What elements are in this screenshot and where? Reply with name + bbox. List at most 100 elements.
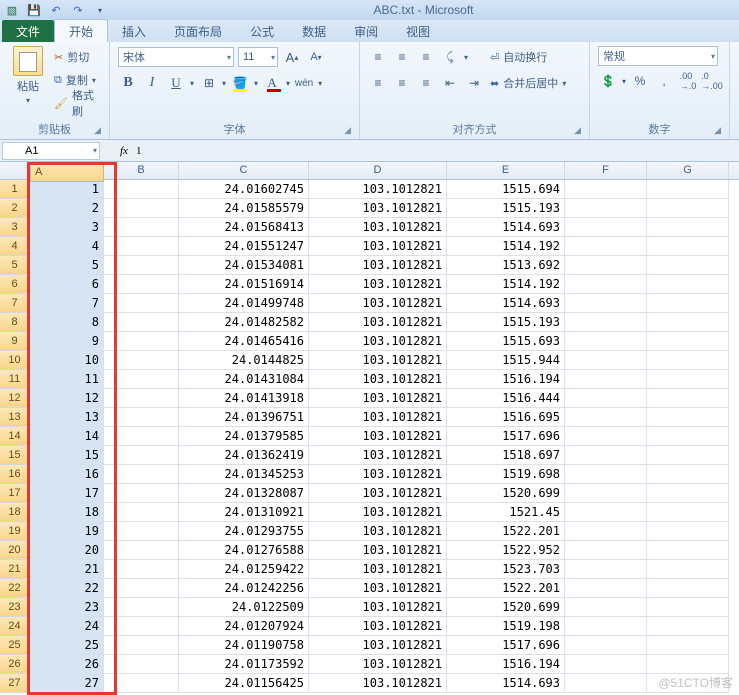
cell[interactable] [104, 351, 179, 370]
cell[interactable] [565, 180, 647, 199]
cell[interactable]: 8 [30, 313, 104, 332]
cell[interactable]: 24.01156425 [179, 674, 309, 693]
cell[interactable] [565, 275, 647, 294]
col-header-B[interactable]: B [104, 162, 179, 179]
cell[interactable]: 1516.695 [447, 408, 565, 427]
cell[interactable] [647, 389, 729, 408]
cell[interactable]: 24.01242256 [179, 579, 309, 598]
cell[interactable]: 1514.693 [447, 294, 565, 313]
number-format-select[interactable]: 常规▾ [598, 46, 718, 66]
cell[interactable]: 15 [30, 446, 104, 465]
cell[interactable] [565, 465, 647, 484]
cell[interactable]: 3 [30, 218, 104, 237]
cell[interactable] [104, 313, 179, 332]
chevron-down-icon[interactable]: ▾ [286, 79, 290, 88]
cell[interactable]: 103.1012821 [309, 256, 447, 275]
cell[interactable] [647, 237, 729, 256]
row-header[interactable]: 16 [0, 465, 30, 484]
dialog-launcher-icon[interactable]: ◢ [714, 125, 721, 136]
cell[interactable]: 24.01190758 [179, 636, 309, 655]
cell[interactable] [647, 427, 729, 446]
row-header[interactable]: 1 [0, 180, 30, 199]
increase-indent-button[interactable]: ⇥ [464, 73, 484, 93]
cell[interactable] [647, 484, 729, 503]
cell[interactable]: 103.1012821 [309, 294, 447, 313]
cell[interactable] [647, 256, 729, 275]
cell[interactable]: 24.01259422 [179, 560, 309, 579]
cell[interactable]: 1515.694 [447, 180, 565, 199]
save-icon[interactable]: 💾 [26, 2, 42, 18]
select-all-corner[interactable] [0, 162, 30, 179]
cell[interactable]: 1522.952 [447, 541, 565, 560]
cell[interactable] [565, 560, 647, 579]
row-header[interactable]: 3 [0, 218, 30, 237]
row-header[interactable]: 2 [0, 199, 30, 218]
cell[interactable]: 5 [30, 256, 104, 275]
cell[interactable] [647, 275, 729, 294]
border-button[interactable]: ⊞ [198, 73, 218, 93]
cell[interactable]: 103.1012821 [309, 446, 447, 465]
cell[interactable] [104, 560, 179, 579]
cell[interactable]: 4 [30, 237, 104, 256]
fx-icon[interactable]: fx [120, 145, 128, 157]
cell[interactable]: 24.01207924 [179, 617, 309, 636]
cell[interactable] [565, 522, 647, 541]
cell[interactable]: 1518.697 [447, 446, 565, 465]
row-header[interactable]: 15 [0, 446, 30, 465]
row-header[interactable]: 5 [0, 256, 30, 275]
cell[interactable]: 1514.693 [447, 218, 565, 237]
row-header[interactable]: 21 [0, 560, 30, 579]
cell[interactable]: 24.01534081 [179, 256, 309, 275]
cut-button[interactable]: ✂剪切 [54, 46, 101, 68]
cell[interactable] [647, 541, 729, 560]
cell[interactable] [565, 674, 647, 693]
cell[interactable] [647, 294, 729, 313]
chevron-down-icon[interactable]: ▾ [222, 79, 226, 88]
cell[interactable]: 21 [30, 560, 104, 579]
row-header[interactable]: 9 [0, 332, 30, 351]
cell[interactable]: 1519.698 [447, 465, 565, 484]
tab-view[interactable]: 视图 [392, 20, 444, 42]
cell[interactable]: 1516.444 [447, 389, 565, 408]
cell[interactable]: 103.1012821 [309, 579, 447, 598]
cell[interactable]: 24.01310921 [179, 503, 309, 522]
cell[interactable] [104, 503, 179, 522]
cell[interactable]: 16 [30, 465, 104, 484]
tab-formula[interactable]: 公式 [236, 20, 288, 42]
cell[interactable] [565, 427, 647, 446]
tab-layout[interactable]: 页面布局 [160, 20, 236, 42]
cell[interactable]: 1516.194 [447, 370, 565, 389]
cell[interactable]: 103.1012821 [309, 655, 447, 674]
cell[interactable] [565, 617, 647, 636]
chevron-down-icon[interactable]: ▾ [464, 53, 468, 62]
cell[interactable]: 24 [30, 617, 104, 636]
chevron-down-icon[interactable]: ▾ [318, 79, 322, 88]
cell[interactable]: 103.1012821 [309, 218, 447, 237]
cell[interactable] [565, 408, 647, 427]
cell[interactable] [565, 655, 647, 674]
dialog-launcher-icon[interactable]: ◢ [94, 125, 101, 136]
cell[interactable] [565, 579, 647, 598]
cell[interactable]: 27 [30, 674, 104, 693]
cell[interactable]: 103.1012821 [309, 389, 447, 408]
row-header[interactable]: 26 [0, 655, 30, 674]
cell[interactable] [647, 522, 729, 541]
cell[interactable]: 24.01499748 [179, 294, 309, 313]
cell[interactable] [104, 275, 179, 294]
cell[interactable]: 24.01396751 [179, 408, 309, 427]
align-right-button[interactable]: ≡ [416, 73, 436, 93]
cell[interactable] [104, 237, 179, 256]
cell[interactable] [565, 370, 647, 389]
cell[interactable]: 103.1012821 [309, 351, 447, 370]
cell[interactable] [565, 294, 647, 313]
cell[interactable]: 1521.45 [447, 503, 565, 522]
cell[interactable] [104, 636, 179, 655]
cell[interactable]: 103.1012821 [309, 636, 447, 655]
cell[interactable] [647, 408, 729, 427]
cell[interactable] [565, 313, 647, 332]
cell[interactable]: 24.01585579 [179, 199, 309, 218]
cell[interactable]: 24.01482582 [179, 313, 309, 332]
formula-value[interactable]: 1 [136, 145, 142, 157]
dialog-launcher-icon[interactable]: ◢ [344, 125, 351, 136]
cell[interactable] [647, 313, 729, 332]
